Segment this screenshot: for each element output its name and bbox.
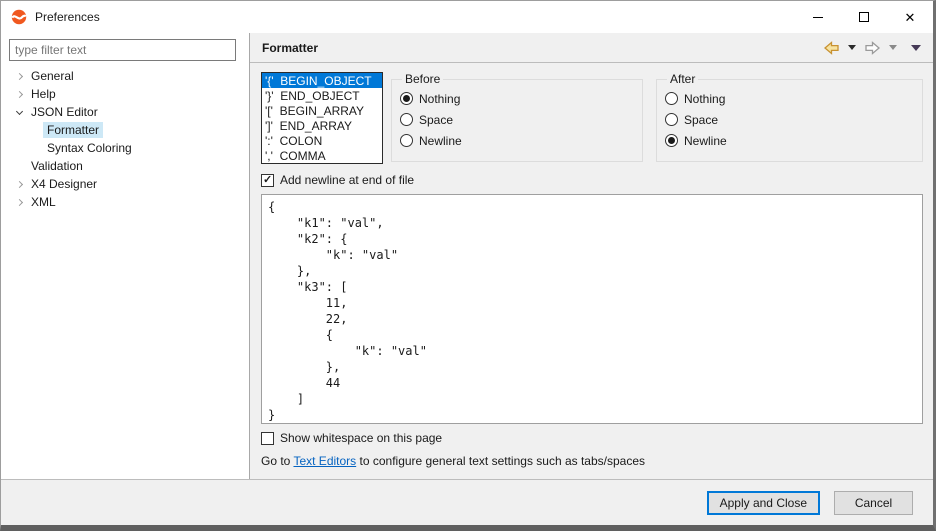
- before-group-label: Before: [402, 72, 443, 86]
- page-title: Formatter: [262, 41, 318, 55]
- content-panel: Formatter: [250, 33, 933, 479]
- sidebar-item-x4-designer[interactable]: X4 Designer: [9, 175, 241, 193]
- radio-label: Space: [419, 113, 453, 127]
- radio-icon: [400, 113, 413, 126]
- after-group-label: After: [667, 72, 698, 86]
- after-space-radio[interactable]: Space: [665, 109, 914, 130]
- close-button[interactable]: ✕: [887, 1, 933, 33]
- minimize-button[interactable]: [795, 1, 841, 33]
- sidebar-item-label: Formatter: [43, 122, 103, 138]
- sidebar-item-label: X4 Designer: [27, 176, 101, 192]
- view-menu-icon: [911, 45, 921, 51]
- token-item-end-array[interactable]: ']' END_ARRAY: [262, 118, 382, 133]
- before-radio-group: Nothing Space Newline: [400, 88, 634, 151]
- show-whitespace-checkbox[interactable]: [261, 432, 274, 445]
- forward-arrow-icon: [864, 41, 881, 55]
- radio-icon: [665, 92, 678, 105]
- after-radio-group: Nothing Space Newline: [665, 88, 914, 151]
- note-prefix: Go to: [261, 454, 293, 468]
- token-item-comma[interactable]: ',' COMMA: [262, 148, 382, 163]
- sidebar-item-label: Help: [27, 86, 60, 102]
- show-whitespace-checkbox-row[interactable]: Show whitespace on this page: [261, 431, 923, 445]
- after-newline-radio[interactable]: Newline: [665, 130, 914, 151]
- sidebar-item-label: XML: [27, 194, 60, 210]
- maximize-icon: [859, 12, 869, 22]
- maximize-button[interactable]: [841, 1, 887, 33]
- app-logo-icon: [11, 9, 27, 25]
- minimize-icon: [813, 17, 823, 18]
- header-toolbar: [821, 38, 923, 58]
- sidebar-item-label: Syntax Coloring: [43, 140, 136, 156]
- add-newline-checkbox-row[interactable]: Add newline at end of file: [261, 173, 923, 187]
- title-bar: Preferences ✕: [1, 1, 933, 33]
- view-menu-button[interactable]: [903, 38, 923, 58]
- after-nothing-radio[interactable]: Nothing: [665, 88, 914, 109]
- chevron-right-icon[interactable]: [11, 92, 27, 97]
- chevron-down-icon[interactable]: [11, 111, 27, 114]
- forward-history-dropdown[interactable]: [887, 38, 899, 58]
- radio-icon: [400, 134, 413, 147]
- chevron-right-icon[interactable]: [11, 200, 27, 205]
- page-header: Formatter: [250, 33, 933, 63]
- radio-label: Newline: [419, 134, 462, 148]
- token-item-colon[interactable]: ':' COLON: [262, 133, 382, 148]
- radio-label: Nothing: [419, 92, 460, 106]
- sidebar-item-validation[interactable]: Validation: [9, 157, 241, 175]
- preferences-dialog: Preferences ✕ General Help JSON Editor Form…: [0, 0, 936, 531]
- before-space-radio[interactable]: Space: [400, 109, 634, 130]
- sidebar-item-formatter[interactable]: Formatter: [9, 121, 241, 139]
- add-newline-checkbox[interactable]: [261, 174, 274, 187]
- sidebar-item-help[interactable]: Help: [9, 85, 241, 103]
- formatter-page: '{' BEGIN_OBJECT'}' END_OBJECT'[' BEGIN_…: [250, 63, 933, 479]
- before-group: Before Nothing Space Newline: [391, 72, 643, 162]
- add-newline-label: Add newline at end of file: [280, 173, 414, 187]
- filter-input[interactable]: [9, 39, 236, 61]
- sidebar-item-label: JSON Editor: [27, 104, 102, 120]
- sidebar: General Help JSON Editor Formatter Syntax Co…: [1, 33, 250, 479]
- token-settings-row: '{' BEGIN_OBJECT'}' END_OBJECT'[' BEGIN_…: [261, 72, 923, 164]
- text-editors-note: Go to Text Editors to configure general …: [261, 454, 923, 468]
- format-preview-text[interactable]: { "k1": "val", "k2": { "k": "val" }, "k3…: [261, 194, 923, 424]
- chevron-down-icon: [889, 45, 897, 50]
- radio-label: Space: [684, 113, 718, 127]
- cancel-button[interactable]: Cancel: [834, 491, 913, 515]
- close-icon: ✕: [905, 11, 916, 24]
- sidebar-item-syntax-coloring[interactable]: Syntax Coloring: [9, 139, 241, 157]
- radio-label: Newline: [684, 134, 727, 148]
- window-title: Preferences: [35, 10, 100, 24]
- window-controls: ✕: [795, 1, 933, 33]
- before-newline-radio[interactable]: Newline: [400, 130, 634, 151]
- radio-icon: [400, 92, 413, 105]
- back-button[interactable]: [821, 38, 842, 58]
- text-editors-link[interactable]: Text Editors: [293, 454, 356, 468]
- sidebar-item-label: General: [27, 68, 78, 84]
- radio-icon: [665, 113, 678, 126]
- sidebar-item-label: Validation: [27, 158, 87, 174]
- after-group: After Nothing Space Newline: [656, 72, 923, 162]
- sidebar-item-xml[interactable]: XML: [9, 193, 241, 211]
- before-nothing-radio[interactable]: Nothing: [400, 88, 634, 109]
- show-whitespace-label: Show whitespace on this page: [280, 431, 442, 445]
- token-item-begin-object[interactable]: '{' BEGIN_OBJECT: [262, 73, 382, 88]
- forward-button[interactable]: [862, 38, 883, 58]
- note-suffix: to configure general text settings such …: [356, 454, 645, 468]
- apply-and-close-button[interactable]: Apply and Close: [707, 491, 820, 515]
- preference-tree: General Help JSON Editor Formatter Syntax Co…: [9, 67, 241, 211]
- chevron-right-icon[interactable]: [11, 74, 27, 79]
- sidebar-item-json-editor[interactable]: JSON Editor: [9, 103, 241, 121]
- radio-icon: [665, 134, 678, 147]
- sidebar-item-general[interactable]: General: [9, 67, 241, 85]
- back-arrow-icon: [823, 41, 840, 55]
- token-item-end-object[interactable]: '}' END_OBJECT: [262, 88, 382, 103]
- token-listbox[interactable]: '{' BEGIN_OBJECT'}' END_OBJECT'[' BEGIN_…: [261, 72, 383, 164]
- chevron-right-icon[interactable]: [11, 182, 27, 187]
- main-area: General Help JSON Editor Formatter Syntax Co…: [1, 33, 933, 479]
- back-history-dropdown[interactable]: [846, 38, 858, 58]
- radio-label: Nothing: [684, 92, 725, 106]
- dialog-button-bar: Apply and Close Cancel: [1, 479, 933, 525]
- chevron-down-icon: [848, 45, 856, 50]
- token-item-begin-array[interactable]: '[' BEGIN_ARRAY: [262, 103, 382, 118]
